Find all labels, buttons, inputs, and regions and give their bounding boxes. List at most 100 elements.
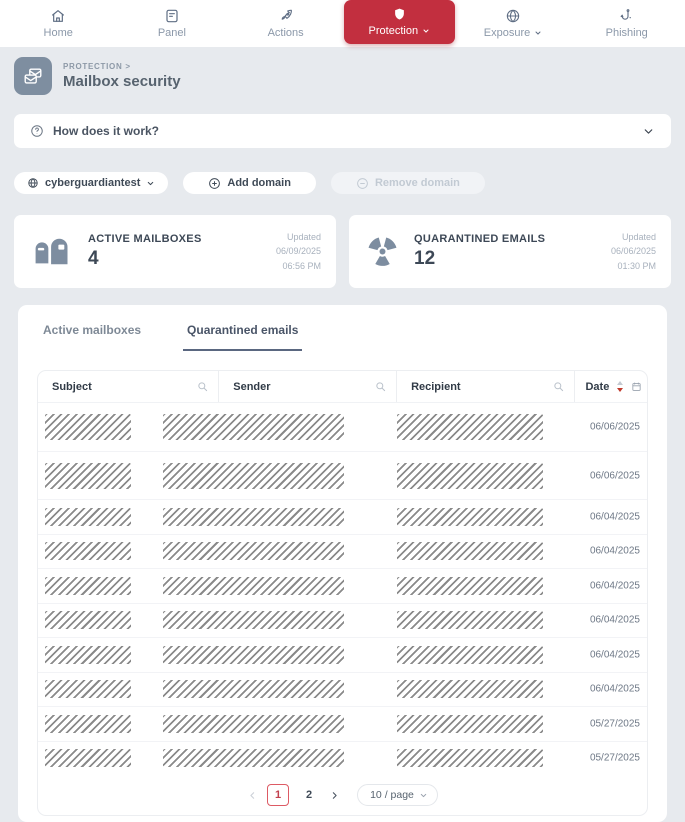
remove-domain-button[interactable]: Remove domain	[331, 172, 485, 194]
redacted-subject	[45, 577, 131, 595]
redacted-subject	[45, 542, 131, 560]
redacted-recipient	[397, 611, 543, 629]
plus-circle-icon	[208, 177, 221, 190]
active-mailboxes-card: ACTIVE MAILBOXES 4 Updated 06/09/2025 06…	[14, 215, 336, 288]
fish-hook-icon	[619, 8, 635, 24]
remove-domain-label: Remove domain	[375, 177, 460, 189]
domain-select-value: cyberguardiantest	[45, 177, 140, 189]
home-icon	[50, 8, 66, 24]
stat-updated: Updated 06/06/2025 01:30 PM	[611, 230, 656, 273]
table-row[interactable]: 06/06/2025	[38, 451, 647, 499]
row-date: 06/04/2025	[590, 649, 640, 660]
sort-ascending-icon	[617, 381, 623, 385]
page-button-1[interactable]: 1	[267, 784, 289, 806]
redacted-sender	[163, 414, 344, 440]
chevron-down-icon	[534, 29, 542, 37]
question-circle-icon	[30, 124, 44, 138]
stat-cards: ACTIVE MAILBOXES 4 Updated 06/09/2025 06…	[14, 215, 671, 288]
table-row[interactable]: 06/04/2025	[38, 637, 647, 672]
chevron-down-icon	[642, 125, 655, 138]
redacted-recipient	[397, 542, 543, 560]
table-row[interactable]: 06/04/2025	[38, 568, 647, 603]
chevron-down-icon	[146, 179, 155, 188]
table-row[interactable]: 06/04/2025	[38, 534, 647, 569]
row-date: 06/04/2025	[590, 546, 640, 557]
page-title: Mailbox security	[63, 73, 181, 90]
sort-toggle[interactable]	[617, 381, 623, 392]
redacted-subject	[45, 414, 131, 440]
nav-item-phishing[interactable]: Phishing	[571, 0, 682, 47]
add-domain-label: Add domain	[227, 177, 291, 189]
row-date: 06/04/2025	[590, 615, 640, 626]
page-size-value: 10 / page	[370, 789, 414, 801]
redacted-sender	[163, 611, 344, 629]
tab-active-mailboxes[interactable]: Active mailboxes	[39, 323, 145, 351]
table-header: Subject Sender Recipient	[38, 371, 647, 403]
stat-label: QUARANTINED EMAILS	[414, 233, 545, 245]
nav-item-exposure[interactable]: Exposure	[458, 0, 569, 47]
page-size-select[interactable]: 10 / page	[357, 784, 438, 806]
mailboxes-icon	[31, 236, 73, 267]
chevron-down-icon	[422, 27, 430, 35]
redacted-subject	[45, 646, 131, 664]
redacted-sender	[163, 680, 344, 698]
how-it-works-accordion[interactable]: How does it work?	[14, 114, 671, 148]
radiation-icon	[366, 235, 399, 268]
domain-select[interactable]: cyberguardiantest	[14, 172, 168, 194]
nav-item-panel[interactable]: Panel	[116, 0, 227, 47]
column-header-date: Date	[574, 371, 646, 402]
search-icon[interactable]	[375, 381, 386, 392]
stat-value: 4	[88, 248, 202, 270]
quarantined-emails-card: QUARANTINED EMAILS 12 Updated 06/06/2025…	[349, 215, 671, 288]
row-date: 06/04/2025	[590, 511, 640, 522]
redacted-sender	[163, 715, 344, 733]
redacted-subject	[45, 749, 131, 767]
search-icon[interactable]	[553, 381, 564, 392]
table-row[interactable]: 06/04/2025	[38, 672, 647, 707]
row-date: 05/27/2025	[590, 753, 640, 764]
column-header-subject: Subject	[38, 371, 218, 402]
next-page-button[interactable]	[329, 790, 340, 801]
table-row[interactable]: 05/27/2025	[38, 741, 647, 776]
tab-quarantined-emails[interactable]: Quarantined emails	[183, 323, 302, 351]
redacted-sender	[163, 749, 344, 767]
nav-label: Actions	[268, 27, 304, 39]
table-row[interactable]: 06/04/2025	[38, 603, 647, 638]
calendar-filter-icon[interactable]	[631, 381, 642, 392]
stat-value: 12	[414, 248, 545, 270]
redacted-subject	[45, 508, 131, 526]
column-header-sender: Sender	[218, 371, 396, 402]
how-it-works-label: How does it work?	[53, 124, 159, 138]
previous-page-button[interactable]	[247, 790, 258, 801]
redacted-sender	[163, 463, 344, 489]
chevron-down-icon	[419, 791, 428, 800]
nav-item-home[interactable]: Home	[3, 0, 114, 47]
nav-label: Panel	[158, 27, 186, 39]
redacted-recipient	[397, 414, 543, 440]
add-domain-button[interactable]: Add domain	[183, 172, 316, 194]
nav-item-protection[interactable]: Protection	[344, 0, 455, 44]
quarantined-emails-table: Subject Sender Recipient	[37, 370, 648, 816]
row-date: 06/06/2025	[590, 422, 640, 433]
breadcrumb-section[interactable]: PROTECTION >	[63, 62, 181, 71]
redacted-recipient	[397, 577, 543, 595]
mail-stack-icon	[14, 57, 52, 95]
minus-circle-icon	[356, 177, 369, 190]
table-row[interactable]: 06/06/2025	[38, 403, 647, 451]
chevron-left-icon	[247, 790, 258, 801]
search-icon[interactable]	[197, 381, 208, 392]
redacted-recipient	[397, 508, 543, 526]
column-header-recipient: Recipient	[396, 371, 574, 402]
redacted-subject	[45, 463, 131, 489]
table-row[interactable]: 06/04/2025	[38, 499, 647, 534]
row-date: 05/27/2025	[590, 718, 640, 729]
redacted-subject	[45, 680, 131, 698]
page-button-2[interactable]: 2	[298, 784, 320, 806]
stat-updated: Updated 06/09/2025 06:56 PM	[276, 230, 321, 273]
nav-label: Home	[44, 27, 73, 39]
redacted-sender	[163, 646, 344, 664]
row-date: 06/04/2025	[590, 684, 640, 695]
table-row[interactable]: 05/27/2025	[38, 706, 647, 741]
chevron-right-icon	[329, 790, 340, 801]
nav-item-actions[interactable]: Actions	[230, 0, 341, 47]
